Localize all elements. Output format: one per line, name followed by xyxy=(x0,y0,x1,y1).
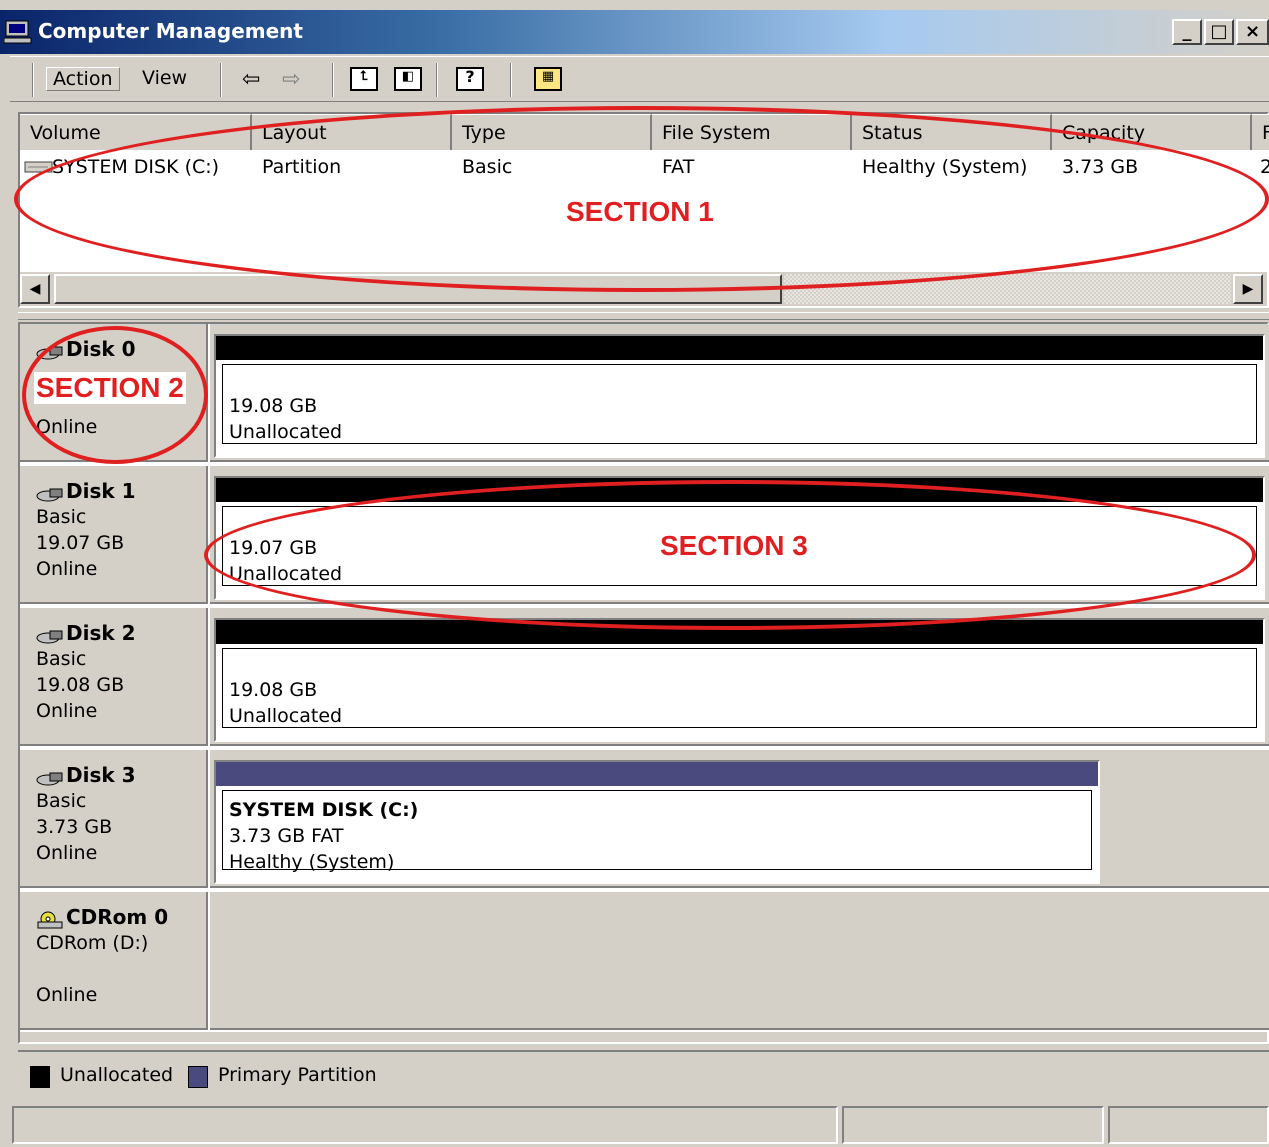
disk-size: 19.08 GB xyxy=(36,674,125,696)
section-3-label: SECTION 3 xyxy=(660,530,808,561)
disk-type: Basic xyxy=(36,790,87,812)
section-2-label: SECTION 2 xyxy=(34,372,186,404)
disk-2-label[interactable]: Disk 2 Basic 19.08 GB Online xyxy=(20,608,208,746)
disk-type: Basic xyxy=(36,648,87,670)
disk-3-label[interactable]: Disk 3 Basic 3.73 GB Online xyxy=(20,750,208,888)
back-arrow-icon[interactable]: ⇦ xyxy=(242,65,260,93)
partition-unallocated[interactable]: 19.08 GB Unallocated xyxy=(214,618,1265,742)
computer-management-icon xyxy=(3,20,32,44)
cdrom-icon xyxy=(36,909,64,929)
legend-swatch-unallocated xyxy=(30,1066,50,1088)
partition-color-bar xyxy=(216,336,1263,360)
disk-0-partitions: 19.08 GB Unallocated xyxy=(210,324,1269,462)
disk-status: Online xyxy=(36,558,98,580)
partition-primary[interactable]: SYSTEM DISK (C:) 3.73 GB FAT Healthy (Sy… xyxy=(214,760,1100,884)
disk-status: Online xyxy=(36,700,98,722)
partition-unallocated[interactable]: 19.08 GB Unallocated xyxy=(214,334,1265,458)
status-bar xyxy=(10,1104,1269,1147)
legend-label-unallocated: Unallocated xyxy=(60,1064,174,1086)
partition-color-bar xyxy=(216,762,1098,786)
cdrom-0-label[interactable]: CDRom 0 CDRom (D:) Online xyxy=(20,892,208,1030)
pane-splitter[interactable] xyxy=(18,312,1269,320)
partition-status: Unallocated xyxy=(229,705,343,727)
legend: Unallocated Primary Partition xyxy=(18,1050,1269,1098)
disk-size: 3.73 GB xyxy=(36,816,113,838)
forward-arrow-icon[interactable]: ⇨ xyxy=(282,65,300,93)
column-header-free[interactable]: F xyxy=(1252,114,1269,150)
up-folder-icon[interactable]: ⮤ xyxy=(350,65,378,93)
status-panel xyxy=(842,1106,1104,1144)
scroll-left-button[interactable]: ◀ xyxy=(20,274,50,304)
help-icon[interactable]: ? xyxy=(456,65,484,93)
maximize-button[interactable]: □ xyxy=(1204,19,1234,45)
disk-status: Online xyxy=(36,984,98,1006)
disk-icon xyxy=(36,767,64,786)
properties-icon[interactable]: ▦ xyxy=(534,65,562,93)
view-menu[interactable]: View xyxy=(138,67,191,89)
disk-type: CDRom (D:) xyxy=(36,932,149,954)
disk-status: Online xyxy=(36,842,98,864)
toolbar-separator xyxy=(220,63,222,97)
partition-label: SYSTEM DISK (C:) xyxy=(229,799,419,821)
disk-icon xyxy=(36,625,64,644)
disk-type: Basic xyxy=(36,506,87,528)
cdrom-0-partitions xyxy=(210,892,1269,1030)
partition-status: Unallocated xyxy=(229,421,343,443)
action-menu[interactable]: Action xyxy=(46,67,120,91)
toolbar-separator xyxy=(436,63,438,97)
title-bar: Computer Management _ □ × xyxy=(0,10,1269,54)
partition-size: 19.08 GB xyxy=(229,395,318,417)
toolbar-grip xyxy=(32,63,34,97)
partition-size: 3.73 GB FAT xyxy=(229,825,344,847)
disk-size: 19.07 GB xyxy=(36,532,125,554)
disk-3-partitions: SYSTEM DISK (C:) 3.73 GB FAT Healthy (Sy… xyxy=(210,750,1269,888)
scroll-right-button[interactable]: ▶ xyxy=(1233,274,1263,304)
toolbar-separator xyxy=(332,63,334,97)
legend-label-primary: Primary Partition xyxy=(218,1064,377,1086)
partition-body: SYSTEM DISK (C:) 3.73 GB FAT Healthy (Sy… xyxy=(222,790,1092,873)
disk-name: CDRom 0 xyxy=(66,905,169,929)
disk-size xyxy=(36,956,206,982)
toolbar-separator xyxy=(510,63,512,97)
disk-1-label[interactable]: Disk 1 Basic 19.07 GB Online xyxy=(20,466,208,604)
disk-icon xyxy=(36,483,64,502)
disk-map: Disk 0 Online 19.08 GB Unallocated Disk … xyxy=(18,322,1269,1044)
close-button[interactable]: × xyxy=(1236,19,1269,45)
disk-map-filler xyxy=(20,1032,1267,1042)
partition-body: 19.08 GB Unallocated xyxy=(222,648,1257,728)
disk-name: Disk 2 xyxy=(66,621,136,645)
toolbar: Action View ⇦ ⇨ ⮤ ◧ ? ▦ xyxy=(10,56,1269,102)
disk-name: Disk 3 xyxy=(66,763,136,787)
window-title: Computer Management xyxy=(38,19,303,43)
partition-status: Healthy (System) xyxy=(229,851,395,873)
section-1-label: SECTION 1 xyxy=(566,196,714,227)
show-hide-tree-icon[interactable]: ◧ xyxy=(394,65,422,93)
status-panel xyxy=(1108,1106,1269,1144)
disk-name: Disk 1 xyxy=(66,479,136,503)
minimize-button[interactable]: _ xyxy=(1172,19,1202,45)
legend-swatch-primary xyxy=(188,1066,208,1088)
cell-free: 2 xyxy=(1260,156,1269,178)
partition-body: 19.08 GB Unallocated xyxy=(222,364,1257,444)
partition-size: 19.08 GB xyxy=(229,679,318,701)
status-panel xyxy=(12,1106,838,1144)
